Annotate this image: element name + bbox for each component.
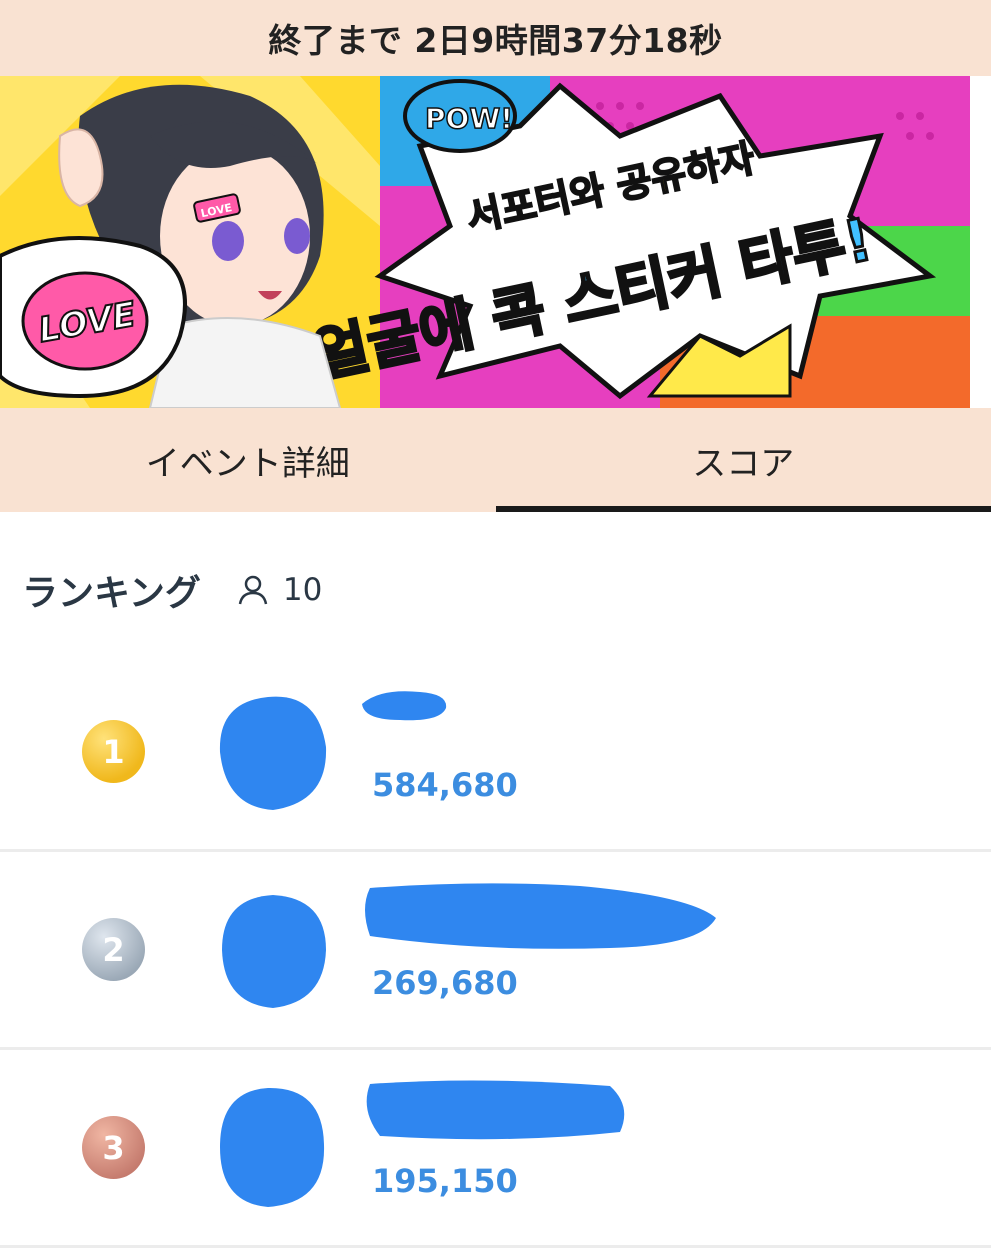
rank-number: 2 bbox=[102, 931, 124, 969]
ranking-row[interactable]: 2 269,680 bbox=[0, 852, 991, 1050]
tab-score-label: スコア bbox=[692, 436, 794, 485]
score-value: 195,150 bbox=[372, 1162, 518, 1200]
username-redacted bbox=[360, 878, 720, 958]
event-banner[interactable]: POW! 서포터와 공유하자 얼굴에 콕 스티커 타투! LOVE LOVE bbox=[0, 76, 991, 408]
avatar-redacted bbox=[218, 692, 328, 812]
rank-number: 3 bbox=[102, 1129, 124, 1167]
participant-count-value: 10 bbox=[283, 572, 322, 608]
ranking-header: ランキング 10 bbox=[0, 512, 991, 620]
avatar-redacted bbox=[218, 890, 328, 1010]
ranking-list: 1 584,680 2 269,680 3 195,150 bbox=[0, 654, 991, 1248]
username-redacted bbox=[360, 1076, 630, 1146]
rank-badge-silver: 2 bbox=[82, 918, 145, 981]
tab-bar: イベント詳細 スコア bbox=[0, 408, 991, 512]
tab-event-details-label: イベント詳細 bbox=[146, 436, 350, 485]
person-icon bbox=[237, 574, 269, 606]
participant-count: 10 bbox=[237, 572, 322, 608]
tab-score[interactable]: スコア bbox=[496, 408, 991, 512]
pow-text: POW! bbox=[425, 102, 513, 135]
tab-event-details[interactable]: イベント詳細 bbox=[0, 408, 496, 512]
score-value: 269,680 bbox=[372, 964, 518, 1002]
score-value: 584,680 bbox=[372, 766, 518, 804]
countdown-text: 終了まで 2日9時間37分18秒 bbox=[268, 14, 722, 62]
username-redacted bbox=[360, 686, 450, 726]
ranking-row[interactable]: 1 584,680 bbox=[0, 654, 991, 852]
rank-badge-gold: 1 bbox=[82, 720, 145, 783]
banner-art: POW! 서포터와 공유하자 얼굴에 콕 스티커 타투! LOVE LOVE bbox=[0, 76, 991, 408]
rank-badge-bronze: 3 bbox=[82, 1116, 145, 1179]
avatar-redacted bbox=[218, 1085, 328, 1210]
ranking-row[interactable]: 3 195,150 bbox=[0, 1050, 991, 1248]
rank-number: 1 bbox=[102, 733, 124, 771]
ranking-title: ランキング bbox=[22, 564, 201, 616]
countdown-bar: 終了まで 2日9時間37分18秒 bbox=[0, 0, 991, 76]
